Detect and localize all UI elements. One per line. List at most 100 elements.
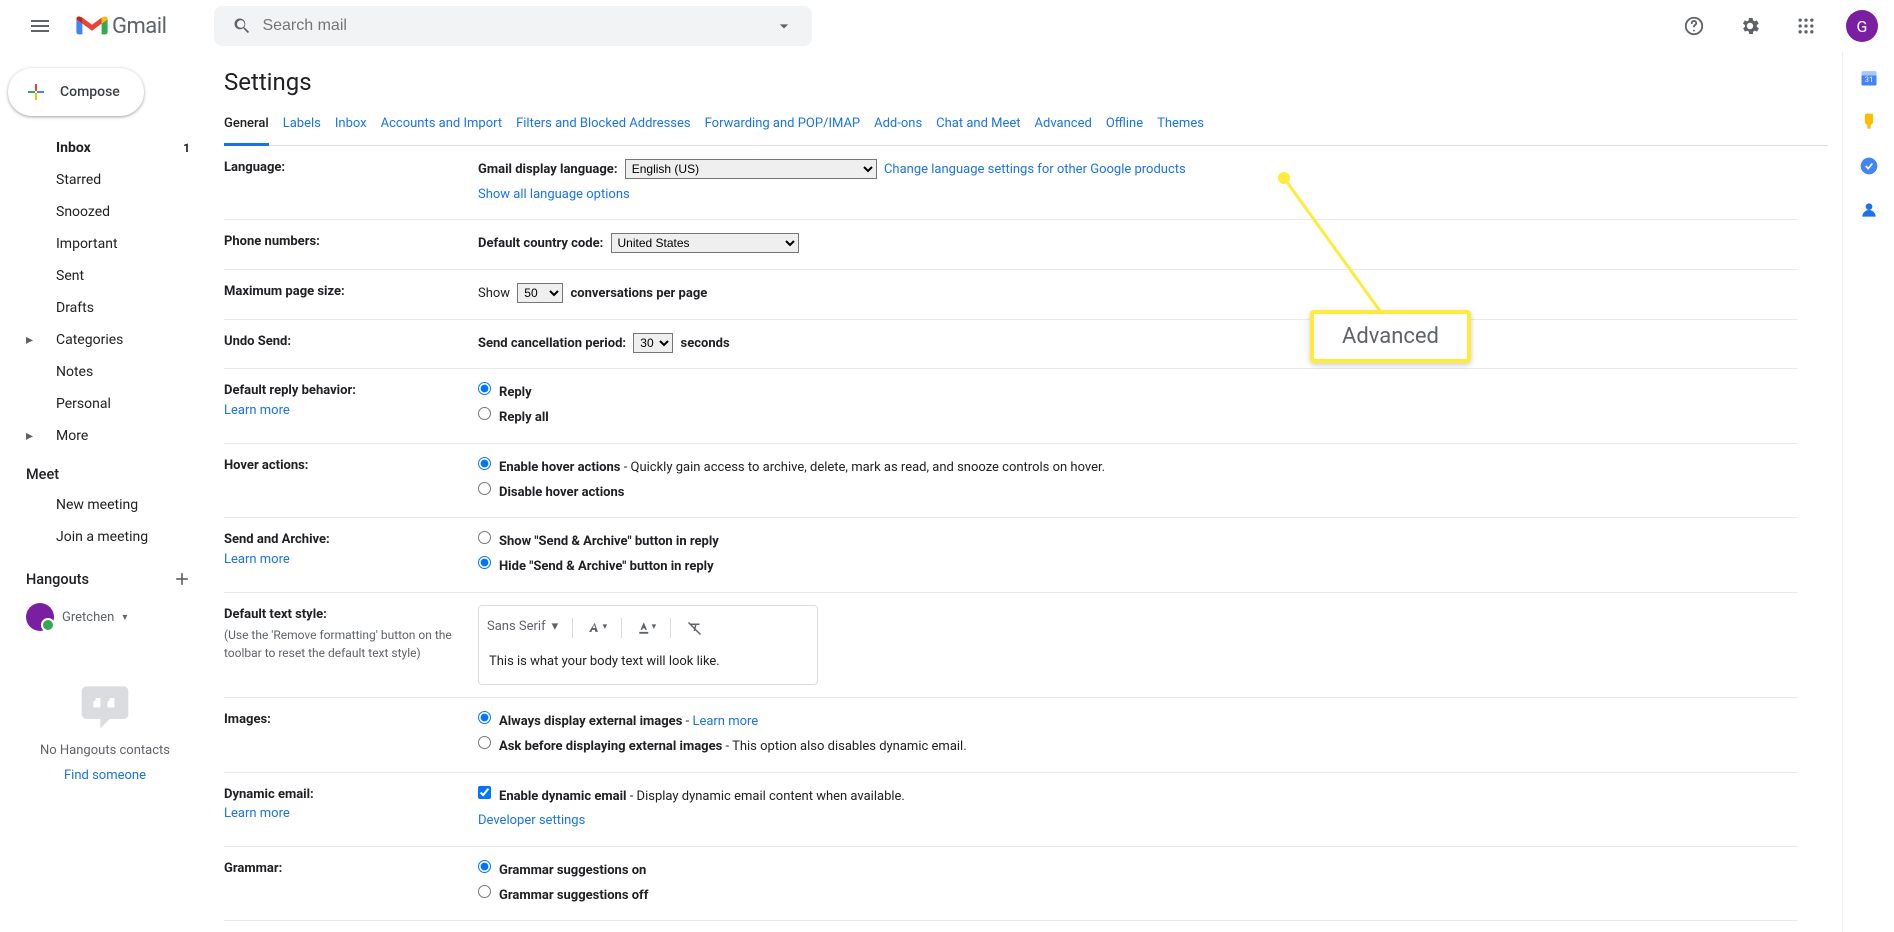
opt-send-archive-hide: Hide "Send & Archive" button in reply [499, 555, 714, 580]
tab-chat-and-meet[interactable]: Chat and Meet [936, 106, 1020, 146]
sidebar-item-snoozed[interactable]: Snoozed [0, 196, 202, 228]
sidebar-item-inbox[interactable]: Inbox1 [0, 132, 202, 164]
meet-item-label: New meeting [56, 497, 138, 513]
meet-item-join-a-meeting[interactable]: Join a meeting [0, 521, 202, 553]
sidebar-item-label: More [56, 428, 88, 444]
developer-settings-link[interactable]: Developer settings [478, 813, 585, 828]
sidebar-item-sent[interactable]: Sent [0, 260, 202, 292]
support-button[interactable] [1674, 6, 1714, 46]
svg-text:31: 31 [1864, 75, 1872, 84]
compose-label: Compose [60, 84, 120, 100]
show-all-language-options-link[interactable]: Show all language options [478, 187, 630, 202]
language-select[interactable]: English (US) [625, 159, 877, 179]
radio-hover-enable[interactable] [478, 457, 491, 470]
tab-filters-and-blocked-addresses[interactable]: Filters and Blocked Addresses [516, 106, 691, 146]
search-input[interactable] [262, 17, 764, 35]
row-language: Language: Gmail display language: Englis… [224, 146, 1798, 220]
row-hover: Hover actions: Enable hover actions - Qu… [224, 444, 1798, 518]
tab-forwarding-and-pop-imap[interactable]: Forwarding and POP/IMAP [705, 106, 861, 146]
dynamic-learn-more-link[interactable]: Learn more [224, 806, 290, 821]
label-text-style-sub: (Use the 'Remove formatting' button on t… [224, 626, 478, 662]
hangouts-user-name: Gretchen [62, 610, 114, 625]
sidebar-item-drafts[interactable]: Drafts [0, 292, 202, 324]
tab-general[interactable]: General [224, 106, 269, 146]
apps-button[interactable] [1786, 6, 1826, 46]
change-language-link[interactable]: Change language settings for other Googl… [884, 162, 1186, 177]
tab-themes[interactable]: Themes [1157, 106, 1204, 146]
gmail-logo[interactable]: Gmail [72, 14, 196, 39]
label-text-style: Default text style: [224, 607, 327, 622]
tab-advanced[interactable]: Advanced [1035, 106, 1092, 146]
text-color-dropdown[interactable]: ▾ [636, 618, 656, 638]
tab-offline[interactable]: Offline [1106, 106, 1143, 146]
search-bar [214, 6, 812, 46]
row-send-archive: Send and Archive: Learn more Show "Send … [224, 518, 1798, 592]
search-options-icon[interactable] [764, 6, 804, 46]
settings-tabs: General Labels Inbox Accounts and Import Fil… [224, 106, 1828, 146]
checkbox-dynamic-email[interactable] [478, 786, 491, 799]
reply-learn-more-link[interactable]: Learn more [224, 403, 290, 418]
tab-accounts-and-import[interactable]: Accounts and Import [381, 106, 502, 146]
meet-item-new-meeting[interactable]: New meeting [0, 489, 202, 521]
opt-hover-enable-desc: - Quickly gain access to archive, delete… [620, 460, 1105, 475]
opt-reply-all: Reply all [499, 406, 549, 431]
radio-images-always[interactable] [478, 711, 491, 724]
tab-labels[interactable]: Labels [283, 106, 321, 146]
main-menu-button[interactable] [16, 2, 64, 50]
radio-send-archive-show[interactable] [478, 531, 491, 544]
images-learn-more-link[interactable]: Learn more [692, 714, 758, 729]
right-side-panel: 31 [1842, 52, 1894, 932]
font-family-dropdown[interactable]: Sans Serif ▾ [487, 615, 558, 640]
row-undo: Undo Send: Send cancellation period: 30 … [224, 320, 1798, 370]
font-family-value: Sans Serif [487, 615, 546, 640]
radio-grammar-off[interactable] [478, 885, 491, 898]
undo-period-select[interactable]: 30 [633, 333, 673, 353]
sidebar-item-starred[interactable]: Starred [0, 164, 202, 196]
radio-hover-disable[interactable] [478, 482, 491, 495]
tab-inbox[interactable]: Inbox [335, 106, 367, 146]
account-avatar[interactable]: G [1846, 10, 1878, 42]
opt-dynamic-desc: - Display dynamic email content when ava… [627, 789, 905, 804]
compose-button[interactable]: Compose [8, 68, 144, 116]
sidebar-item-important[interactable]: Important [0, 228, 202, 260]
settings-scroll[interactable]: Language: Gmail display language: Englis… [224, 146, 1828, 932]
settings-button[interactable] [1730, 6, 1770, 46]
send-archive-learn-more-link[interactable]: Learn more [224, 552, 290, 567]
keep-icon[interactable] [1859, 112, 1879, 132]
hangouts-add-button[interactable] [170, 567, 194, 591]
calendar-icon[interactable]: 31 [1859, 68, 1879, 88]
country-code-select[interactable]: United States [611, 233, 799, 253]
page-size-show: Show [478, 286, 510, 301]
remove-formatting-button[interactable] [685, 618, 705, 638]
sidebar-item-personal[interactable]: Personal [0, 388, 202, 420]
sidebar-item-label: Drafts [56, 300, 94, 316]
search-icon[interactable] [222, 6, 262, 46]
nav-list: Inbox1StarredSnoozed Important Sent Drafts ▸… [0, 132, 210, 452]
sidebar-item-more[interactable]: ▸ More [0, 420, 202, 452]
tab-add-ons[interactable]: Add-ons [874, 106, 922, 146]
row-reply-behavior: Default reply behavior: Learn more Reply… [224, 369, 1798, 443]
radio-images-ask[interactable] [478, 736, 491, 749]
chevron-right-icon: ▸ [26, 428, 38, 444]
hangouts-user-chip[interactable]: Gretchen ▾ [0, 597, 210, 637]
contacts-icon[interactable] [1859, 200, 1879, 220]
settings-content: Settings GeneralLabelsInboxAccounts and … [210, 52, 1842, 932]
page-size-select[interactable]: 50 [517, 283, 563, 303]
meet-item-label: Join a meeting [56, 529, 148, 545]
label-undo: Undo Send: [224, 332, 478, 352]
opt-hover-disable: Disable hover actions [499, 481, 624, 506]
hangouts-find-someone-link[interactable]: Find someone [64, 768, 146, 783]
sidebar-item-notes[interactable]: Notes [0, 356, 202, 388]
radio-send-archive-hide[interactable] [478, 556, 491, 569]
radio-grammar-on[interactable] [478, 860, 491, 873]
tasks-icon[interactable] [1859, 156, 1879, 176]
radio-reply-all[interactable] [478, 407, 491, 420]
radio-reply[interactable] [478, 382, 491, 395]
opt-reply: Reply [499, 381, 532, 406]
sidebar-item-label: Personal [56, 396, 111, 412]
sidebar-item-label: Important [56, 236, 118, 252]
sidebar-item-categories[interactable]: ▸Categories [0, 324, 202, 356]
label-language: Language: [224, 158, 478, 178]
opt-grammar-off: Grammar suggestions off [499, 884, 648, 909]
font-size-dropdown[interactable]: ▾ [587, 618, 607, 638]
